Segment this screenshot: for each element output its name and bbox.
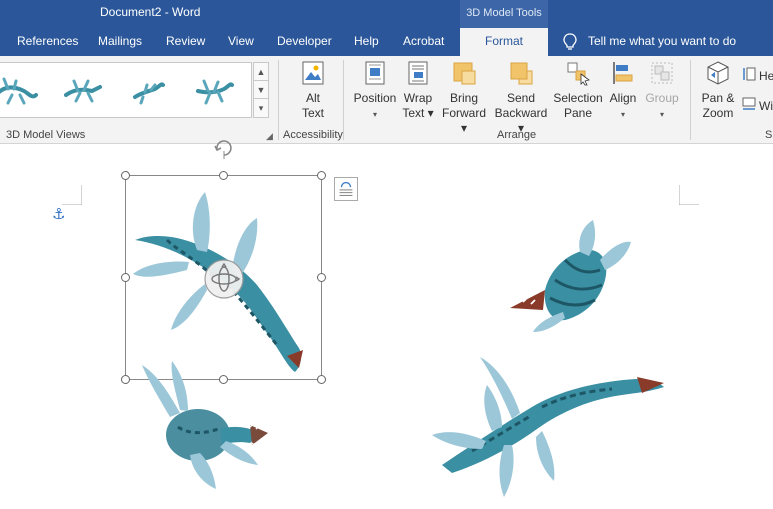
tab-format[interactable]: Format [460, 28, 549, 56]
3d-model[interactable] [432, 345, 667, 505]
lightbulb-icon [563, 33, 577, 50]
3d-model[interactable] [130, 355, 275, 495]
tab-mailings[interactable]: Mailings [98, 34, 142, 48]
pan-zoom-button[interactable]: Pan & Zoom [699, 60, 737, 121]
title-bar: Document2 - Word 3D Model Tools [0, 0, 773, 28]
tab-acrobat[interactable]: Acrobat [403, 34, 444, 48]
3d-model-views-gallery [0, 62, 252, 118]
gallery-more-icon[interactable]: ▾ [254, 99, 268, 117]
tab-developer[interactable]: Developer [277, 34, 332, 48]
rotate-icon[interactable] [213, 137, 235, 159]
tab-help[interactable]: Help [354, 34, 379, 48]
height-icon [743, 67, 756, 81]
height-field-label[interactable]: He [759, 69, 773, 83]
resize-handle[interactable] [121, 171, 130, 180]
pan-zoom-icon [707, 61, 729, 85]
tab-view[interactable]: View [228, 34, 254, 48]
wrap-text-button[interactable]: Wrap Text ▾ [401, 60, 435, 121]
send-backward-icon [510, 62, 533, 85]
resize-handle[interactable] [121, 273, 130, 282]
position-button[interactable]: Position ▾ [353, 60, 397, 122]
resize-handle[interactable] [219, 171, 228, 180]
align-button[interactable]: Align ▾ [607, 60, 639, 122]
resize-handle[interactable] [121, 375, 130, 384]
tab-review[interactable]: Review [166, 34, 205, 48]
group-label-size: S [765, 129, 773, 141]
pan-3d-icon[interactable] [203, 258, 245, 300]
group-label-views: 3D Model Views [6, 129, 86, 141]
view-preset-3[interactable] [125, 73, 169, 109]
width-icon [742, 97, 756, 110]
align-icon [613, 62, 633, 84]
width-field-label[interactable]: Wi [759, 99, 773, 113]
margin-mark [62, 185, 82, 205]
layout-options-icon[interactable] [334, 177, 358, 201]
separator [278, 60, 279, 140]
resize-handle[interactable] [317, 171, 326, 180]
resize-handle[interactable] [317, 273, 326, 282]
bring-forward-button[interactable]: Bring Forward ▾ [439, 60, 489, 136]
selection-pane-icon [567, 62, 590, 86]
alt-text-icon [302, 61, 324, 85]
3d-model[interactable] [505, 220, 635, 340]
context-tab-label: 3D Model Tools [460, 0, 548, 28]
tell-me-search[interactable]: Tell me what you want to do [588, 34, 736, 48]
group-label-accessibility: Accessibility [283, 129, 343, 141]
group-label-arrange: Arrange [497, 129, 537, 141]
resize-handle[interactable] [317, 375, 326, 384]
dialog-launcher-icon[interactable]: ◢ [266, 131, 273, 142]
view-preset-2[interactable] [60, 73, 104, 109]
alt-text-button[interactable]: Alt Text [295, 60, 331, 121]
view-preset-4[interactable] [192, 73, 236, 109]
gallery-up-icon[interactable]: ▲ [254, 63, 268, 81]
position-icon [365, 61, 385, 85]
wrap-text-icon [408, 61, 428, 85]
bring-forward-icon [453, 62, 476, 85]
tab-references[interactable]: References [17, 34, 78, 48]
view-preset-1[interactable] [0, 73, 38, 109]
gallery-scroll[interactable]: ▲ ▼ ▾ [253, 62, 269, 118]
window-title: Document2 - Word [100, 5, 201, 19]
selection-pane-button[interactable]: Selection Pane [553, 60, 603, 121]
document-canvas[interactable]: ⚓ [0, 140, 773, 509]
group-button[interactable]: Group ▾ [644, 60, 680, 122]
ribbon-tabs: References Mailings Review View Develope… [0, 28, 773, 56]
ribbon: ▲ ▼ ▾ 3D Model Views ◢ Alt Text Accessib… [0, 56, 773, 144]
gallery-down-icon[interactable]: ▼ [254, 81, 268, 99]
send-backward-button[interactable]: Send Backward ▾ [492, 60, 550, 136]
anchor-icon[interactable]: ⚓ [52, 205, 65, 223]
margin-mark [679, 185, 699, 205]
separator [343, 60, 344, 140]
group-icon [651, 62, 673, 84]
separator [690, 60, 691, 140]
